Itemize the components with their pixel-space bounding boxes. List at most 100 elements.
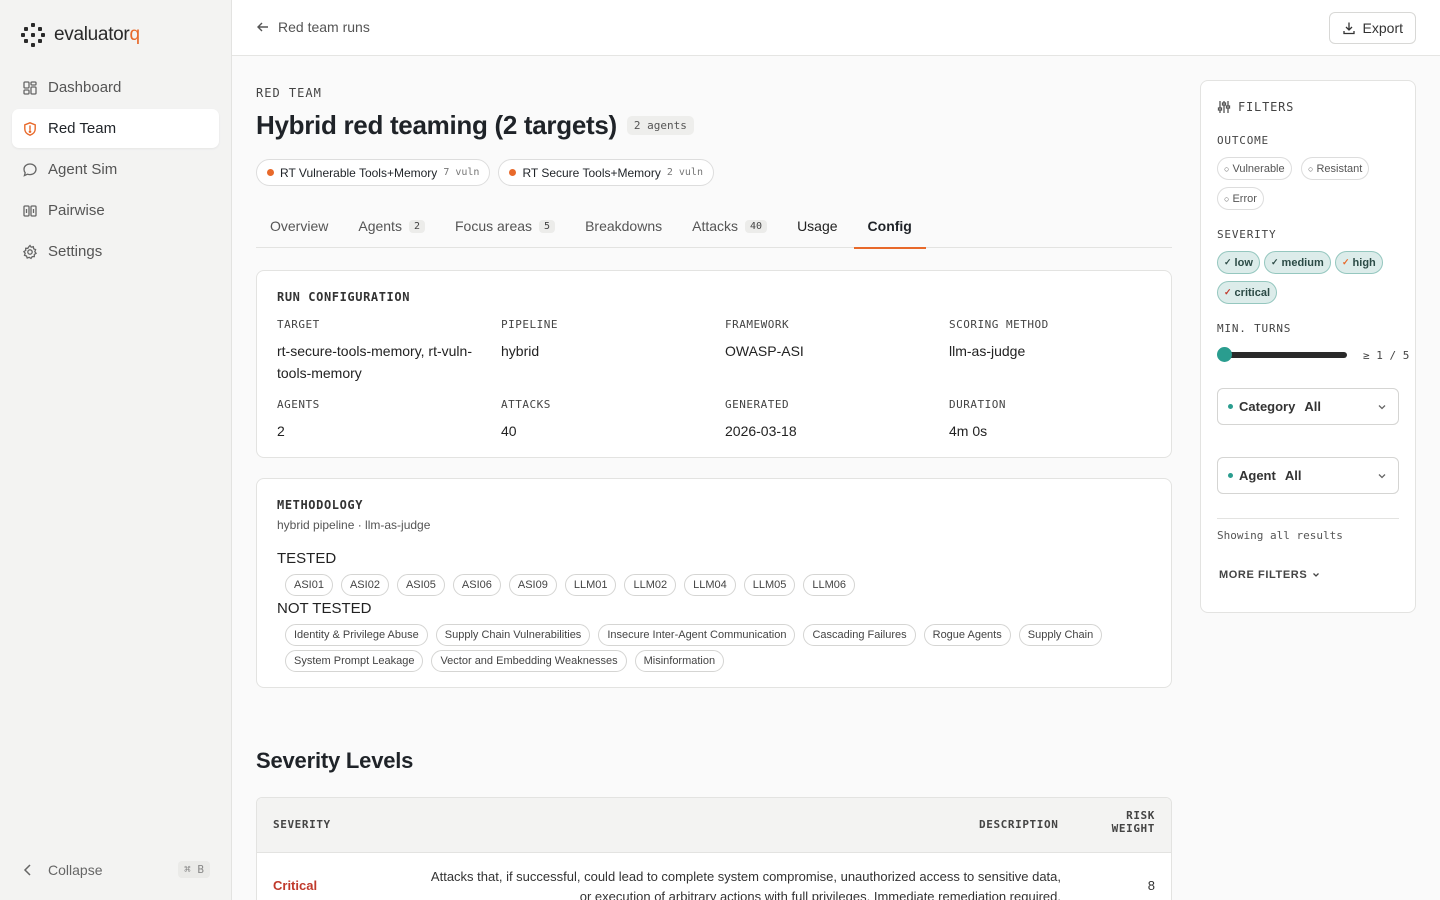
- agents-badge: 2 agents: [626, 116, 694, 135]
- severity-chip-high[interactable]: ✓ high: [1335, 251, 1383, 274]
- check-icon: ✓: [1224, 287, 1232, 297]
- tested-pill: ASI09: [508, 574, 557, 596]
- slider-thumb[interactable]: [1217, 347, 1232, 362]
- tab-label: Breakdowns: [585, 218, 663, 234]
- sidebar-item-dashboard[interactable]: Dashboard: [12, 68, 219, 107]
- tested-label: TESTED: [277, 550, 337, 567]
- export-button[interactable]: Export: [1328, 12, 1416, 44]
- outcome-chip-error[interactable]: ○ Error: [1217, 187, 1264, 210]
- tab-attacks[interactable]: Attacks 40: [678, 204, 781, 248]
- tab-label: Config: [867, 218, 912, 234]
- target-vuln-count: 2 vuln: [666, 167, 703, 178]
- not-tested-pill: Vector and Embedding Weaknesses: [431, 650, 627, 672]
- config-field: AGENTS 2: [277, 398, 501, 442]
- status-dot: [267, 169, 274, 176]
- tab-usage[interactable]: Usage: [783, 204, 851, 248]
- category-select[interactable]: Category All: [1217, 388, 1399, 425]
- severity-table: SEVERITY DESCRIPTION RISK WEIGHT Critical…: [256, 797, 1172, 900]
- select-dot: [1228, 404, 1233, 409]
- check-icon: ✓: [1271, 257, 1279, 267]
- tab-focus-areas[interactable]: Focus areas 5: [441, 204, 569, 248]
- tab-overview[interactable]: Overview: [256, 204, 342, 248]
- chip-label: medium: [1281, 256, 1324, 269]
- severity-chip-medium[interactable]: ✓ medium: [1264, 251, 1331, 274]
- tested-pill: ASI05: [396, 574, 445, 596]
- status-dot: [509, 169, 517, 176]
- back-link[interactable]: Red team runs: [256, 19, 370, 35]
- outcome-chip-resistant[interactable]: ○ Resistant: [1301, 157, 1370, 180]
- sliders-icon: [1217, 101, 1231, 113]
- tab-breakdowns[interactable]: Breakdowns: [571, 204, 676, 248]
- config-value: llm-as-judge: [949, 343, 1026, 359]
- config-label: FRAMEWORK: [725, 318, 790, 331]
- radio-icon: ○: [1224, 163, 1230, 174]
- tested-pill: ASI01: [285, 574, 333, 596]
- tested-pill: LLM04: [684, 574, 736, 596]
- agent-select[interactable]: Agent All: [1217, 457, 1399, 494]
- config-label: TARGET: [277, 318, 320, 331]
- sidebar-item-agent-sim[interactable]: Agent Sim: [12, 150, 219, 189]
- tested-pills: ASI01 ASI02 ASI05 ASI06 ASI09 LLM01 LLM0…: [285, 574, 1165, 596]
- severity-chip-low[interactable]: ✓ low: [1217, 251, 1260, 274]
- logo-icon: [21, 23, 45, 47]
- config-field: PIPELINE hybrid: [501, 318, 725, 384]
- sidebar-item-label: Settings: [48, 243, 103, 260]
- risk-weight-value: 8: [1147, 878, 1155, 893]
- target-chip[interactable]: RT Secure Tools+Memory 2 vuln: [498, 159, 714, 186]
- config-value: hybrid: [501, 343, 540, 359]
- export-label: Export: [1362, 20, 1403, 36]
- logo-text: evaluatorq: [54, 24, 140, 45]
- sidebar-item-pairwise[interactable]: Pairwise: [12, 191, 219, 230]
- target-chip[interactable]: RT Vulnerable Tools+Memory 7 vuln: [256, 159, 491, 186]
- not-tested-pill: Identity & Privilege Abuse: [285, 624, 428, 646]
- th-risk: RISK: [1126, 809, 1155, 822]
- min-turns-slider[interactable]: ≥ 1 / 5: [1217, 347, 1431, 363]
- collapse-label: Collapse: [48, 861, 103, 878]
- th-weight: WEIGHT: [1111, 822, 1155, 835]
- chevron-down-icon: [1378, 474, 1386, 479]
- showing-status: Showing all results: [1217, 529, 1343, 542]
- sidebar-item-red-team[interactable]: Red Team: [12, 109, 219, 148]
- collapse-button[interactable]: Collapse ⌘ B: [20, 861, 210, 878]
- sidebar-item-settings[interactable]: Settings: [12, 232, 219, 271]
- arrow-left-icon: [257, 22, 268, 32]
- severity-description: Attacks that, if successful, could lead …: [431, 867, 1061, 900]
- th-risk-weight: RISK WEIGHT: [1112, 809, 1155, 835]
- severity-chip-critical[interactable]: ✓ critical: [1217, 281, 1278, 304]
- th-description: DESCRIPTION: [979, 818, 1059, 831]
- filters-header: FILTERS: [1217, 100, 1294, 114]
- config-label: PIPELINE: [501, 318, 558, 331]
- run-config-card: RUN CONFIGURATION TARGET rt-secure-tools-…: [256, 270, 1172, 458]
- collapse-shortcut: ⌘ B: [178, 861, 210, 878]
- tested-pill: LLM05: [743, 574, 796, 596]
- select-dot: [1228, 473, 1233, 478]
- severity-label: SEVERITY: [1217, 228, 1277, 241]
- tab-label: Agents: [358, 218, 402, 234]
- back-label: Red team runs: [278, 19, 370, 35]
- outcome-label: OUTCOME: [1217, 134, 1269, 147]
- outcome-chip-vulnerable[interactable]: ○ Vulnerable: [1217, 157, 1292, 180]
- methodology-card: METHODOLOGY hybrid pipeline · llm-as-jud…: [256, 478, 1172, 688]
- sidebar-item-label: Agent Sim: [48, 161, 118, 178]
- not-tested-pill: Insecure Inter-Agent Communication: [598, 624, 796, 646]
- sidebar-nav: Dashboard Red Team Agent Sim Pairwise Se…: [12, 68, 219, 273]
- filters-panel: FILTERS OUTCOME ○ Vulnerable ○ Resistant ○…: [1200, 80, 1416, 613]
- more-filters-label: MORE FILTERS: [1219, 569, 1308, 581]
- tab-label: Overview: [270, 218, 329, 234]
- tab-count: 2: [408, 219, 425, 233]
- gear-icon: [22, 243, 38, 259]
- config-field: ATTACKS 40: [501, 398, 725, 442]
- tab-label: Attacks: [692, 218, 739, 234]
- tab-config[interactable]: Config: [853, 204, 927, 249]
- min-turns-label: MIN. TURNS: [1217, 322, 1292, 335]
- config-value: 40: [501, 423, 517, 439]
- download-icon: [1342, 22, 1355, 35]
- section-title: Severity Levels: [256, 748, 414, 773]
- chevron-down-icon: [1313, 573, 1320, 577]
- tab-agents[interactable]: Agents 2: [344, 204, 439, 248]
- tab-label: Focus areas: [454, 218, 533, 234]
- check-icon: ✓: [1342, 257, 1350, 267]
- logo[interactable]: evaluatorq: [20, 22, 140, 48]
- more-filters-button[interactable]: MORE FILTERS: [1219, 569, 1321, 581]
- tested-pill: LLM06: [803, 574, 856, 596]
